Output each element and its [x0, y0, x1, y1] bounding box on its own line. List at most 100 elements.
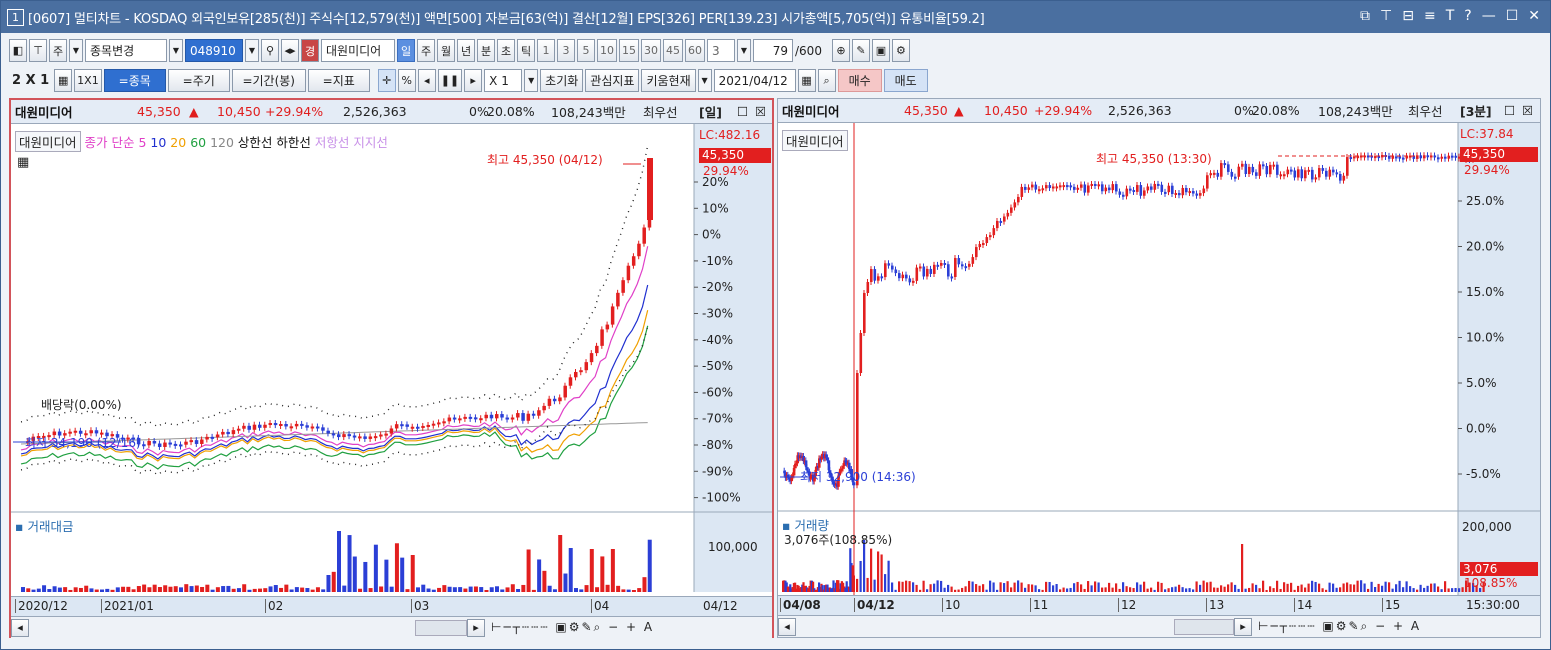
interest-indicator-button[interactable]: 관심지표 — [585, 69, 640, 92]
stock-code-input[interactable]: 048910 — [185, 39, 243, 62]
sync-stock-button[interactable]: =종목 — [103, 69, 166, 92]
draw-icon[interactable]: ✎ — [851, 39, 870, 62]
market-dropdown-icon[interactable]: ▼ — [69, 39, 83, 62]
sync-range-button[interactable]: =기간(봉) — [231, 69, 306, 92]
num-45[interactable]: 45 — [663, 39, 683, 62]
sound-icon[interactable]: ◂▸ — [281, 39, 299, 62]
volume-bar — [1416, 589, 1419, 592]
kiwoom-current-button[interactable]: 키움현재 — [641, 69, 696, 92]
volume-bar — [368, 588, 373, 592]
right-zoom-tools-icon[interactable]: ⊢─┬┄┄┄ ▣⚙✎⌕ − + A — [1258, 619, 1421, 634]
num-5[interactable]: 5 — [577, 39, 595, 62]
count-dropdown-icon[interactable]: ▼ — [737, 39, 751, 62]
stock-name-field[interactable]: 대원미디어 — [321, 39, 395, 62]
close-icon[interactable]: ✕ — [1528, 8, 1540, 24]
reset-button[interactable]: 초기화 — [540, 69, 584, 92]
period-month[interactable]: 월 — [437, 39, 455, 62]
num-60[interactable]: 60 — [685, 39, 705, 62]
right-legend-tag[interactable]: 대원미디어 — [782, 130, 848, 151]
left-scroll-right-icon[interactable]: ▸ — [467, 618, 485, 637]
volume-bar — [1297, 585, 1300, 592]
candle-body — [957, 258, 961, 265]
settings-icon[interactable]: ⚙ — [891, 39, 910, 62]
add-chart-icon[interactable]: ⊕ — [831, 39, 850, 62]
right-chart-canvas[interactable]: 25.0% 20.0% 15.0% 10.0% 5.0% 0.0% -5.0% — [778, 123, 1540, 595]
num-30[interactable]: 30 — [641, 39, 661, 62]
sell-button[interactable]: 매도 — [883, 69, 928, 92]
period-day[interactable]: 일 — [397, 39, 415, 62]
one-by-one-button[interactable]: 1X1 — [74, 69, 102, 92]
grid-layout-icon[interactable]: ▦ — [54, 69, 73, 92]
num-15[interactable]: 15 — [619, 39, 639, 62]
left-scrollbar[interactable]: ◂ ▸ ⊢─┬┄┄┄ ▣⚙✎⌕ − + A — [11, 616, 772, 638]
volume-bar — [363, 561, 368, 592]
calendar-icon[interactable]: ▦ — [797, 69, 816, 92]
volume-bar — [1027, 584, 1030, 592]
search-icon[interactable]: ⚲ — [261, 39, 279, 62]
date-input[interactable]: 2021/04/12 — [713, 69, 796, 92]
minimize-icon[interactable]: — — [1482, 8, 1496, 24]
left-y-tick-label: -40% — [702, 333, 733, 347]
percent-button[interactable]: % — [397, 69, 416, 92]
right-close-icon[interactable]: ☒ — [1522, 103, 1533, 118]
scale-select[interactable]: X 1 — [484, 69, 523, 92]
sync-indicator-button[interactable]: =지표 — [307, 69, 370, 92]
left-scroll-left-icon[interactable]: ◂ — [11, 618, 29, 637]
scroll-left-icon[interactable]: ◂ — [417, 69, 436, 92]
left-maximize-icon[interactable]: ☐ — [737, 104, 748, 119]
volume-bar — [431, 589, 436, 592]
pin-icon[interactable]: ⊤ — [1380, 8, 1392, 24]
volume-bar — [1300, 584, 1303, 592]
volume-bar — [516, 588, 521, 592]
font-icon[interactable]: T — [1446, 8, 1455, 24]
volume-bar — [57, 587, 62, 592]
right-maximize-icon[interactable]: ☐ — [1504, 103, 1515, 118]
panel-toggle-icon[interactable]: ◧ — [9, 39, 27, 62]
zoom-icon[interactable]: ⌕ — [817, 69, 836, 92]
volume-bar — [94, 589, 99, 592]
num-3[interactable]: 3 — [557, 39, 575, 62]
left-chart-canvas[interactable]: 20%10%0%-10%-20%-30%-40%-50%-60%-70%-80%… — [11, 124, 772, 592]
scroll-right-icon[interactable]: ▸ — [464, 69, 483, 92]
period-week[interactable]: 주 — [417, 39, 435, 62]
crosshair-icon[interactable]: ✛ — [377, 69, 396, 92]
period-minute[interactable]: 분 — [477, 39, 495, 62]
menu-icon[interactable]: ≡ — [1424, 8, 1436, 24]
page-input[interactable]: 79 — [753, 39, 793, 62]
code-dropdown-icon[interactable]: ▼ — [245, 39, 259, 62]
scale-dropdown-icon[interactable]: ▼ — [524, 69, 539, 92]
right-scrollbar[interactable]: ◂ ▸ ⊢─┬┄┄┄ ▣⚙✎⌕ − + A — [778, 615, 1540, 637]
volume-bar — [337, 531, 341, 592]
sync-period-button[interactable]: =주기 — [167, 69, 230, 92]
left-chart-pane[interactable]: 대원미디어 45,350 ▲ 10,450 +29.94% 2,526,363 … — [9, 98, 774, 638]
num-10[interactable]: 10 — [597, 39, 617, 62]
help-icon[interactable]: ? — [1464, 8, 1471, 24]
right-scroll-right-icon[interactable]: ▸ — [1234, 617, 1252, 636]
volume-bar — [1216, 587, 1219, 592]
volume-bar — [147, 587, 152, 592]
pin-toolbar-icon[interactable]: ⊤ — [29, 39, 47, 62]
stock-change-dropdown-icon[interactable]: ▼ — [169, 39, 183, 62]
pause-icon[interactable]: ❚❚ — [437, 69, 463, 92]
count-input[interactable]: 3 — [707, 39, 735, 62]
period-second[interactable]: 초 — [497, 39, 515, 62]
left-close-icon[interactable]: ☒ — [755, 104, 766, 119]
left-zoom-tools-icon[interactable]: ⊢─┬┄┄┄ ▣⚙✎⌕ − + A — [491, 620, 654, 635]
right-scroll-left-icon[interactable]: ◂ — [778, 617, 796, 636]
tile-icon[interactable]: ⊟ — [1402, 8, 1414, 24]
period-year[interactable]: 년 — [457, 39, 475, 62]
save-icon[interactable]: ▣ — [871, 39, 890, 62]
num-1[interactable]: 1 — [537, 39, 555, 62]
kiwoom-dropdown-icon[interactable]: ▼ — [697, 69, 712, 92]
maximize-icon[interactable]: ☐ — [1506, 8, 1519, 24]
right-scroll-thumb[interactable] — [1174, 618, 1234, 635]
period-tick[interactable]: 틱 — [517, 39, 535, 62]
right-chart-pane[interactable]: 대원미디어 45,350 ▲ 10,450 +29.94% 2,526,363 … — [777, 98, 1541, 638]
left-legend-tag[interactable]: 대원미디어 — [15, 131, 81, 152]
link-window-icon[interactable]: ⧉ — [1360, 8, 1370, 24]
market-select[interactable]: 주 — [49, 39, 67, 62]
buy-button[interactable]: 매수 — [837, 69, 882, 92]
left-scroll-thumb[interactable] — [415, 619, 467, 636]
stock-change-select[interactable]: 종목변경 — [85, 39, 167, 62]
table-icon[interactable]: ▦ — [17, 155, 29, 170]
